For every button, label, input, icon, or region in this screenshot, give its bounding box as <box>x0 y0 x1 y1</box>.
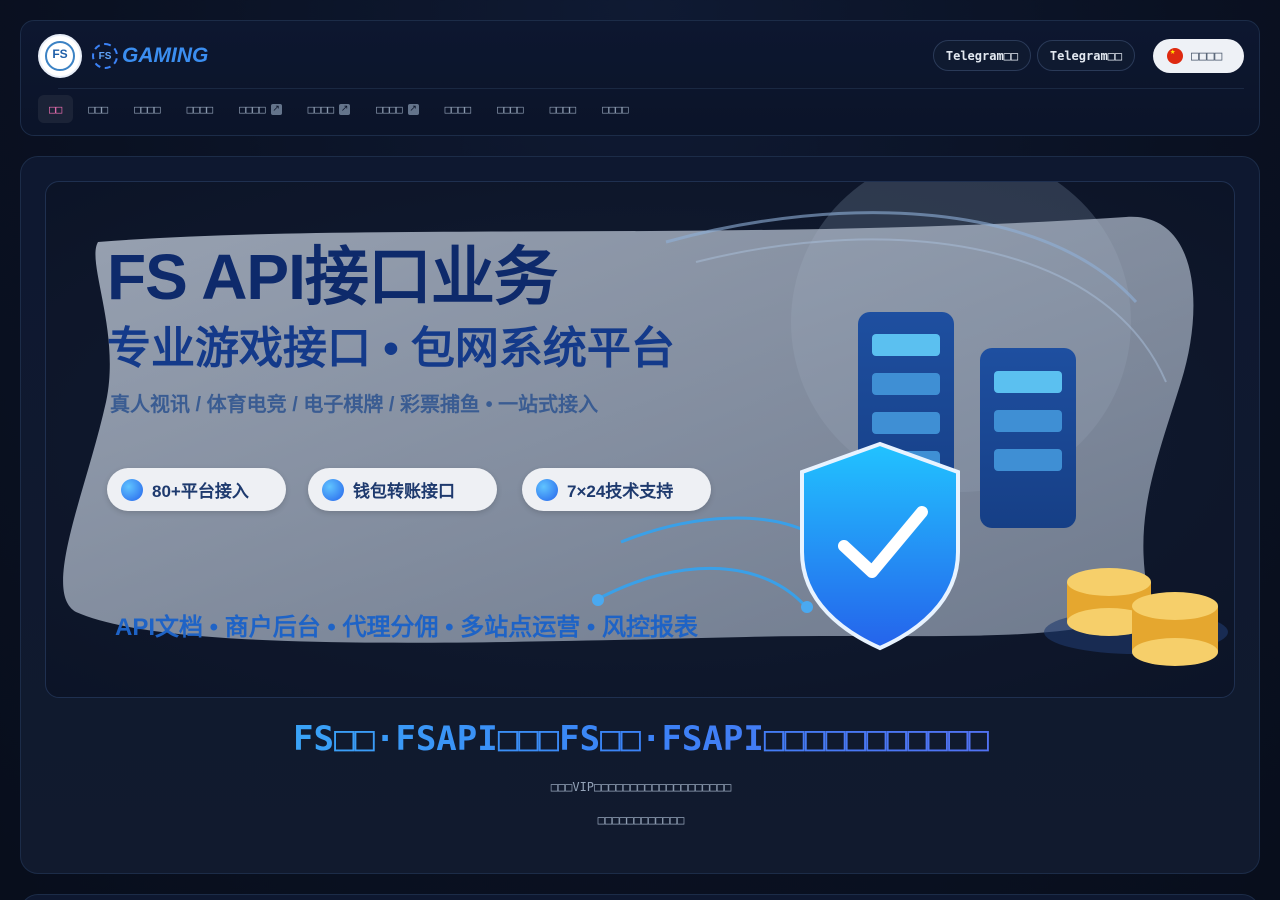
nav-item-8[interactable]: □□□□ <box>434 95 483 123</box>
feature-pill-platforms: 80+平台接入 <box>107 468 286 511</box>
hero-banner-image: FS API接口业务 专业游戏接口 • 包网系统平台 真人视讯 / 体育电竞 /… <box>45 181 1235 698</box>
nav-item-label: □□□□ <box>444 102 472 116</box>
pill-label: 80+平台接入 <box>152 482 249 501</box>
connector-dot <box>801 601 813 613</box>
server-slot <box>994 371 1062 393</box>
server-slot <box>994 449 1062 471</box>
nav-item-label: □□□□ <box>307 102 335 116</box>
page-title: FS□□·FSAPI□□□FS□□·FSAPI□□□□□□□□□□□ <box>21 719 1261 759</box>
nav-item-11[interactable]: □□□□ <box>591 95 640 123</box>
banner-categories: 真人视讯 / 体育电竞 / 电子棋牌 / 彩票捕鱼 • 一站式接入 <box>110 394 599 416</box>
external-link-icon: ↗ <box>339 103 351 115</box>
feature-pill-support: 7×24技术支持 <box>522 468 711 511</box>
nav-item-9[interactable]: □□□□ <box>486 95 535 123</box>
language-label: □□□□ <box>1191 48 1223 64</box>
main-nav: □□ □□□ □□□□ □□□□ □□□□ ↗ □□□□ ↗ □□□□ ↗ □□□□ … <box>38 95 644 123</box>
nav-item-label: □□□□ <box>376 102 403 116</box>
banner-title: FS API接口业务 <box>107 241 558 313</box>
gold-coin-icon <box>1132 592 1218 620</box>
hero-tagline: □□□□□□□□□□□□ <box>597 813 685 827</box>
feature-pill-wallet: 钱包转账接口 <box>308 468 497 511</box>
nav-item-label: □□□□ <box>497 102 524 116</box>
brand-logo[interactable]: FS GAMING <box>92 40 208 72</box>
pill-dot-icon <box>536 478 558 501</box>
language-selector[interactable]: □□□□ <box>1153 39 1244 73</box>
telegram-button-1[interactable]: Telegram□□ <box>933 40 1031 71</box>
gold-coin-icon <box>1067 568 1151 596</box>
nav-item-4[interactable]: □□□□ <box>176 95 225 123</box>
logo-text: FS <box>52 47 68 61</box>
telegram-button-2[interactable]: Telegram□□ <box>1037 40 1135 71</box>
connector-dot <box>592 594 604 606</box>
nav-item-3[interactable]: □□□□ <box>123 95 172 123</box>
pill-dot-icon <box>121 478 143 501</box>
server-slot <box>872 373 940 395</box>
nav-item-label: □□□□ <box>239 102 266 116</box>
server-slot <box>872 412 940 434</box>
nav-item-label: □□□□ <box>549 102 577 116</box>
site-header: FS FS GAMING Telegram□□ Telegram□□ □□□□ … <box>20 20 1260 136</box>
nav-item-5[interactable]: □□□□ ↗ <box>228 95 293 123</box>
pill-label: 钱包转账接口 <box>353 482 455 501</box>
pill-dot-icon <box>322 478 344 501</box>
nav-item-label: □□□ <box>88 102 109 116</box>
banner-feature-line: API文档 • 商户后台 • 代理分佣 • 多站点运营 • 风控报表 <box>115 614 698 641</box>
nav-item-10[interactable]: □□□□ <box>539 95 588 123</box>
external-link-icon: ↗ <box>270 103 282 115</box>
external-link-icon: ↗ <box>407 103 419 115</box>
banner-subtitle: 专业游戏接口 • 包网系统平台 <box>107 324 675 373</box>
nav-item-2[interactable]: □□□ <box>77 95 119 123</box>
nav-item-label: □□□□ <box>186 102 214 116</box>
nav-item-label: □□ <box>49 102 63 116</box>
coin-bottom <box>1132 638 1218 666</box>
nav-item-home[interactable]: □□ <box>38 95 74 123</box>
hero-section: FS API接口业务 专业游戏接口 • 包网系统平台 真人视讯 / 体育电竞 /… <box>20 156 1260 874</box>
next-section <box>20 894 1260 900</box>
nav-item-label: □□□□ <box>134 102 161 116</box>
nav-item-label: □□□□ <box>602 102 629 116</box>
china-flag-icon <box>1167 47 1183 64</box>
server-slot <box>872 334 940 356</box>
brand-wordmark: GAMING <box>122 44 209 67</box>
nav-item-7[interactable]: □□□□ ↗ <box>365 95 430 123</box>
hero-description: □□□VIP□□□□□□□□□□□□□□□□□□□ <box>550 780 732 794</box>
server-slot <box>994 410 1062 432</box>
fs-logo-icon[interactable]: FS <box>38 34 82 78</box>
pill-label: 7×24技术支持 <box>567 482 674 501</box>
gear-logo-icon: FS <box>92 43 118 69</box>
nav-item-6[interactable]: □□□□ ↗ <box>297 95 362 123</box>
header-divider <box>58 88 1244 89</box>
